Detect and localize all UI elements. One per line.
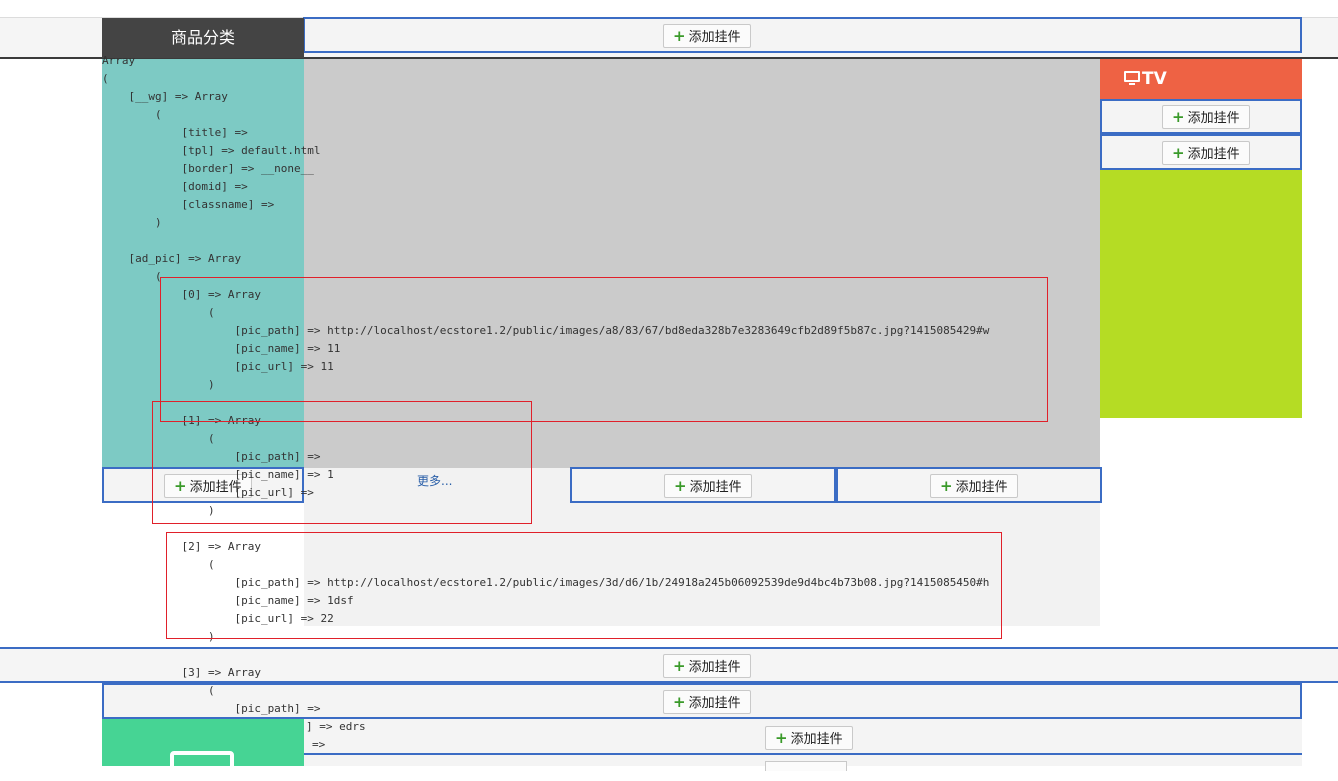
widget-slot-top[interactable]: + 添加挂件	[303, 17, 1302, 53]
widget-slot-bottom-1[interactable]: + 添加挂件	[304, 719, 1302, 755]
plus-icon: +	[673, 27, 686, 45]
add-widget-label: 添加挂件	[1187, 111, 1240, 126]
add-widget-label: 添加挂件	[688, 30, 741, 45]
widget-slot-tv-1[interactable]: + 添加挂件	[1100, 99, 1302, 134]
add-widget-label: 添加挂件	[1187, 147, 1240, 162]
debug-dump-tail-2: =>	[312, 738, 326, 751]
add-widget-label: 添加挂件	[790, 732, 843, 747]
add-widget-button[interactable]: + 添加挂件	[1162, 105, 1250, 129]
highlight-box-item-1	[152, 401, 532, 524]
widget-slot-tv-2[interactable]: + 添加挂件	[1100, 134, 1302, 170]
image-placeholder-icon	[170, 751, 234, 781]
lime-panel	[1100, 170, 1302, 418]
plus-icon: +	[1172, 144, 1185, 162]
plus-icon: +	[775, 729, 788, 747]
add-widget-button[interactable]: + 添加挂件	[1162, 141, 1250, 165]
add-widget-button[interactable]: + 添加挂件	[663, 24, 751, 48]
debug-dump-tail-1: ] => edrs	[306, 720, 366, 733]
tv-label: TV	[1142, 69, 1167, 89]
monitor-icon	[1124, 71, 1140, 85]
highlight-box-item-2	[166, 532, 1002, 639]
plus-icon: +	[1172, 108, 1185, 126]
add-widget-button-partial[interactable]	[765, 761, 847, 771]
widget-slot-bottom-2[interactable]	[304, 755, 1302, 771]
add-widget-button[interactable]: + 添加挂件	[765, 726, 853, 750]
